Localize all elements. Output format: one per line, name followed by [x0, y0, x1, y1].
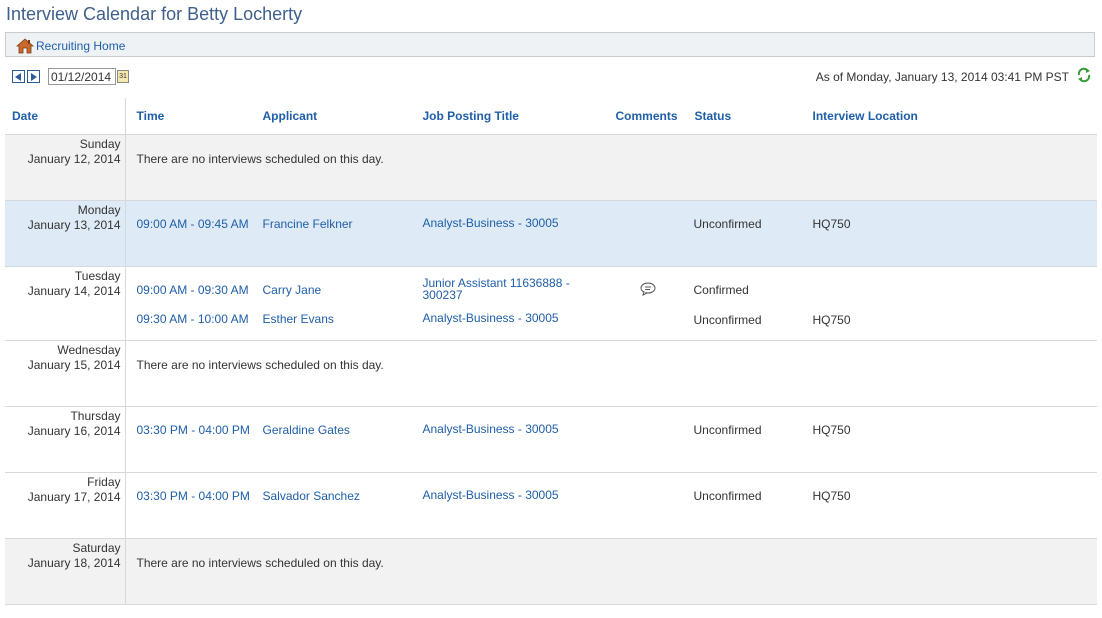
job-posting-link[interactable]: Analyst-Business - 30005: [423, 488, 559, 502]
date-cell: Friday January 17, 2014: [5, 472, 126, 539]
weekday-label: Saturday: [72, 541, 121, 555]
status-text: Unconfirmed: [693, 313, 762, 327]
weekday-label: Wednesday: [57, 343, 121, 357]
date-label: January 16, 2014: [27, 424, 121, 438]
location-text: HQ750: [812, 313, 851, 327]
interview-entry: 09:00 AM - 09:45 AM Francine Felkner Ana…: [126, 201, 1098, 231]
recruiting-home-link[interactable]: Recruiting Home: [16, 38, 125, 54]
day-row-monday: Monday January 13, 2014 09:00 AM - 09:45…: [5, 200, 1098, 267]
no-interviews-message: There are no interviews scheduled on thi…: [136, 358, 384, 372]
day-row-wednesday: Wednesday January 15, 2014 There are no …: [5, 340, 1097, 407]
calendar-icon[interactable]: 31: [117, 70, 129, 83]
applicant-link[interactable]: Esther Evans: [263, 312, 334, 326]
no-interviews-cell: There are no interviews scheduled on thi…: [125, 538, 1097, 605]
status-text: Unconfirmed: [693, 489, 762, 503]
page-title: Interview Calendar for Betty Locherty: [6, 4, 303, 24]
date-cell: Thursday January 16, 2014: [5, 406, 126, 473]
interviews-cell: 03:30 PM - 04:00 PM Salvador Sanchez Ana…: [125, 472, 1098, 539]
date-label: January 13, 2014: [27, 218, 121, 232]
date-label: January 14, 2014: [27, 284, 121, 298]
day-row-thursday: Thursday January 16, 2014 03:30 PM - 04:…: [5, 406, 1098, 473]
interview-time-link[interactable]: 03:30 PM - 04:00 PM: [137, 423, 250, 437]
column-header-job-posting-title[interactable]: Job Posting Title: [423, 109, 519, 123]
start-date-input[interactable]: [48, 68, 116, 85]
interview-time-link[interactable]: 03:30 PM - 04:00 PM: [137, 489, 250, 503]
applicant-link[interactable]: Francine Felkner: [263, 217, 353, 231]
column-header-status[interactable]: Status: [695, 109, 732, 123]
next-week-button[interactable]: [27, 70, 40, 83]
location-text: HQ750: [812, 423, 851, 437]
column-header-applicant[interactable]: Applicant: [263, 109, 318, 123]
date-label: January 18, 2014: [27, 556, 121, 570]
no-interviews-cell: There are no interviews scheduled on thi…: [125, 340, 1097, 407]
arrow-right-icon: [31, 72, 37, 81]
date-cell: Saturday January 18, 2014: [5, 538, 126, 605]
interview-entry: 03:30 PM - 04:00 PM Salvador Sanchez Ana…: [126, 473, 1098, 503]
job-posting-link[interactable]: Analyst-Business - 30005: [423, 422, 559, 436]
weekday-label: Friday: [87, 475, 121, 489]
date-label: January 15, 2014: [27, 358, 121, 372]
interview-entry: 03:30 PM - 04:00 PM Geraldine Gates Anal…: [126, 407, 1098, 437]
interviews-cell: 09:00 AM - 09:30 AM Carry Jane Junior As…: [125, 266, 1098, 341]
status-text: Unconfirmed: [693, 423, 762, 437]
column-header-interview-location[interactable]: Interview Location: [813, 109, 918, 123]
as-of-timestamp: As of Monday, January 13, 2014 03:41 PM …: [815, 70, 1069, 84]
date-toolbar: 31: [12, 68, 129, 85]
refresh-icon[interactable]: [1076, 67, 1092, 83]
interview-entry: 09:00 AM - 09:30 AM Carry Jane Junior As…: [126, 267, 1098, 301]
date-label: January 17, 2014: [27, 490, 121, 504]
column-header-date[interactable]: Date: [5, 98, 126, 135]
day-row-saturday: Saturday January 18, 2014 There are no i…: [5, 538, 1097, 605]
weekday-label: Monday: [77, 203, 121, 217]
day-row-tuesday: Tuesday January 14, 2014 09:00 AM - 09:3…: [5, 266, 1098, 341]
applicant-link[interactable]: Geraldine Gates: [263, 423, 350, 437]
no-interviews-message: There are no interviews scheduled on thi…: [136, 152, 384, 166]
date-cell: Tuesday January 14, 2014: [5, 266, 126, 341]
interview-time-link[interactable]: 09:00 AM - 09:45 AM: [137, 217, 249, 231]
job-posting-link[interactable]: Analyst-Business - 30005: [423, 216, 559, 230]
previous-week-button[interactable]: [12, 70, 25, 83]
interview-time-link[interactable]: 09:30 AM - 10:00 AM: [137, 312, 249, 326]
date-label: January 12, 2014: [27, 152, 121, 166]
day-row-sunday: Sunday January 12, 2014 There are no int…: [5, 134, 1097, 201]
recruiting-home-label: Recruiting Home: [36, 39, 126, 53]
date-cell: Monday January 13, 2014: [5, 200, 126, 267]
home-icon: [16, 38, 34, 54]
navigation-bar: Recruiting Home: [5, 32, 1095, 57]
grid-header-row: Date Time Applicant Job Posting Title Co…: [5, 98, 1097, 135]
location-text: HQ750: [812, 489, 851, 503]
date-cell: Wednesday January 15, 2014: [5, 340, 126, 407]
weekday-label: Tuesday: [74, 269, 121, 283]
weekday-label: Thursday: [70, 409, 121, 423]
weekday-label: Sunday: [79, 137, 121, 151]
day-row-friday: Friday January 17, 2014 03:30 PM - 04:00…: [5, 472, 1098, 539]
interviews-cell: 09:00 AM - 09:45 AM Francine Felkner Ana…: [125, 200, 1098, 267]
no-interviews-cell: There are no interviews scheduled on thi…: [125, 134, 1097, 201]
date-cell: Sunday January 12, 2014: [5, 134, 126, 201]
column-header-time[interactable]: Time: [137, 109, 165, 123]
status-text: Unconfirmed: [693, 217, 762, 231]
job-posting-link[interactable]: Analyst-Business - 30005: [423, 311, 559, 325]
location-text: HQ750: [812, 217, 851, 231]
applicant-link[interactable]: Salvador Sanchez: [263, 489, 360, 503]
no-interviews-message: There are no interviews scheduled on thi…: [136, 556, 384, 570]
grid-header-rest: Time Applicant Job Posting Title Comment…: [125, 98, 1097, 135]
interview-entry: 09:30 AM - 10:00 AM Esther Evans Analyst…: [126, 295, 1098, 327]
interview-calendar-grid: Date Time Applicant Job Posting Title Co…: [5, 98, 1097, 605]
column-header-comments[interactable]: Comments: [616, 109, 678, 123]
arrow-left-icon: [15, 72, 21, 81]
interviews-cell: 03:30 PM - 04:00 PM Geraldine Gates Anal…: [125, 406, 1098, 473]
